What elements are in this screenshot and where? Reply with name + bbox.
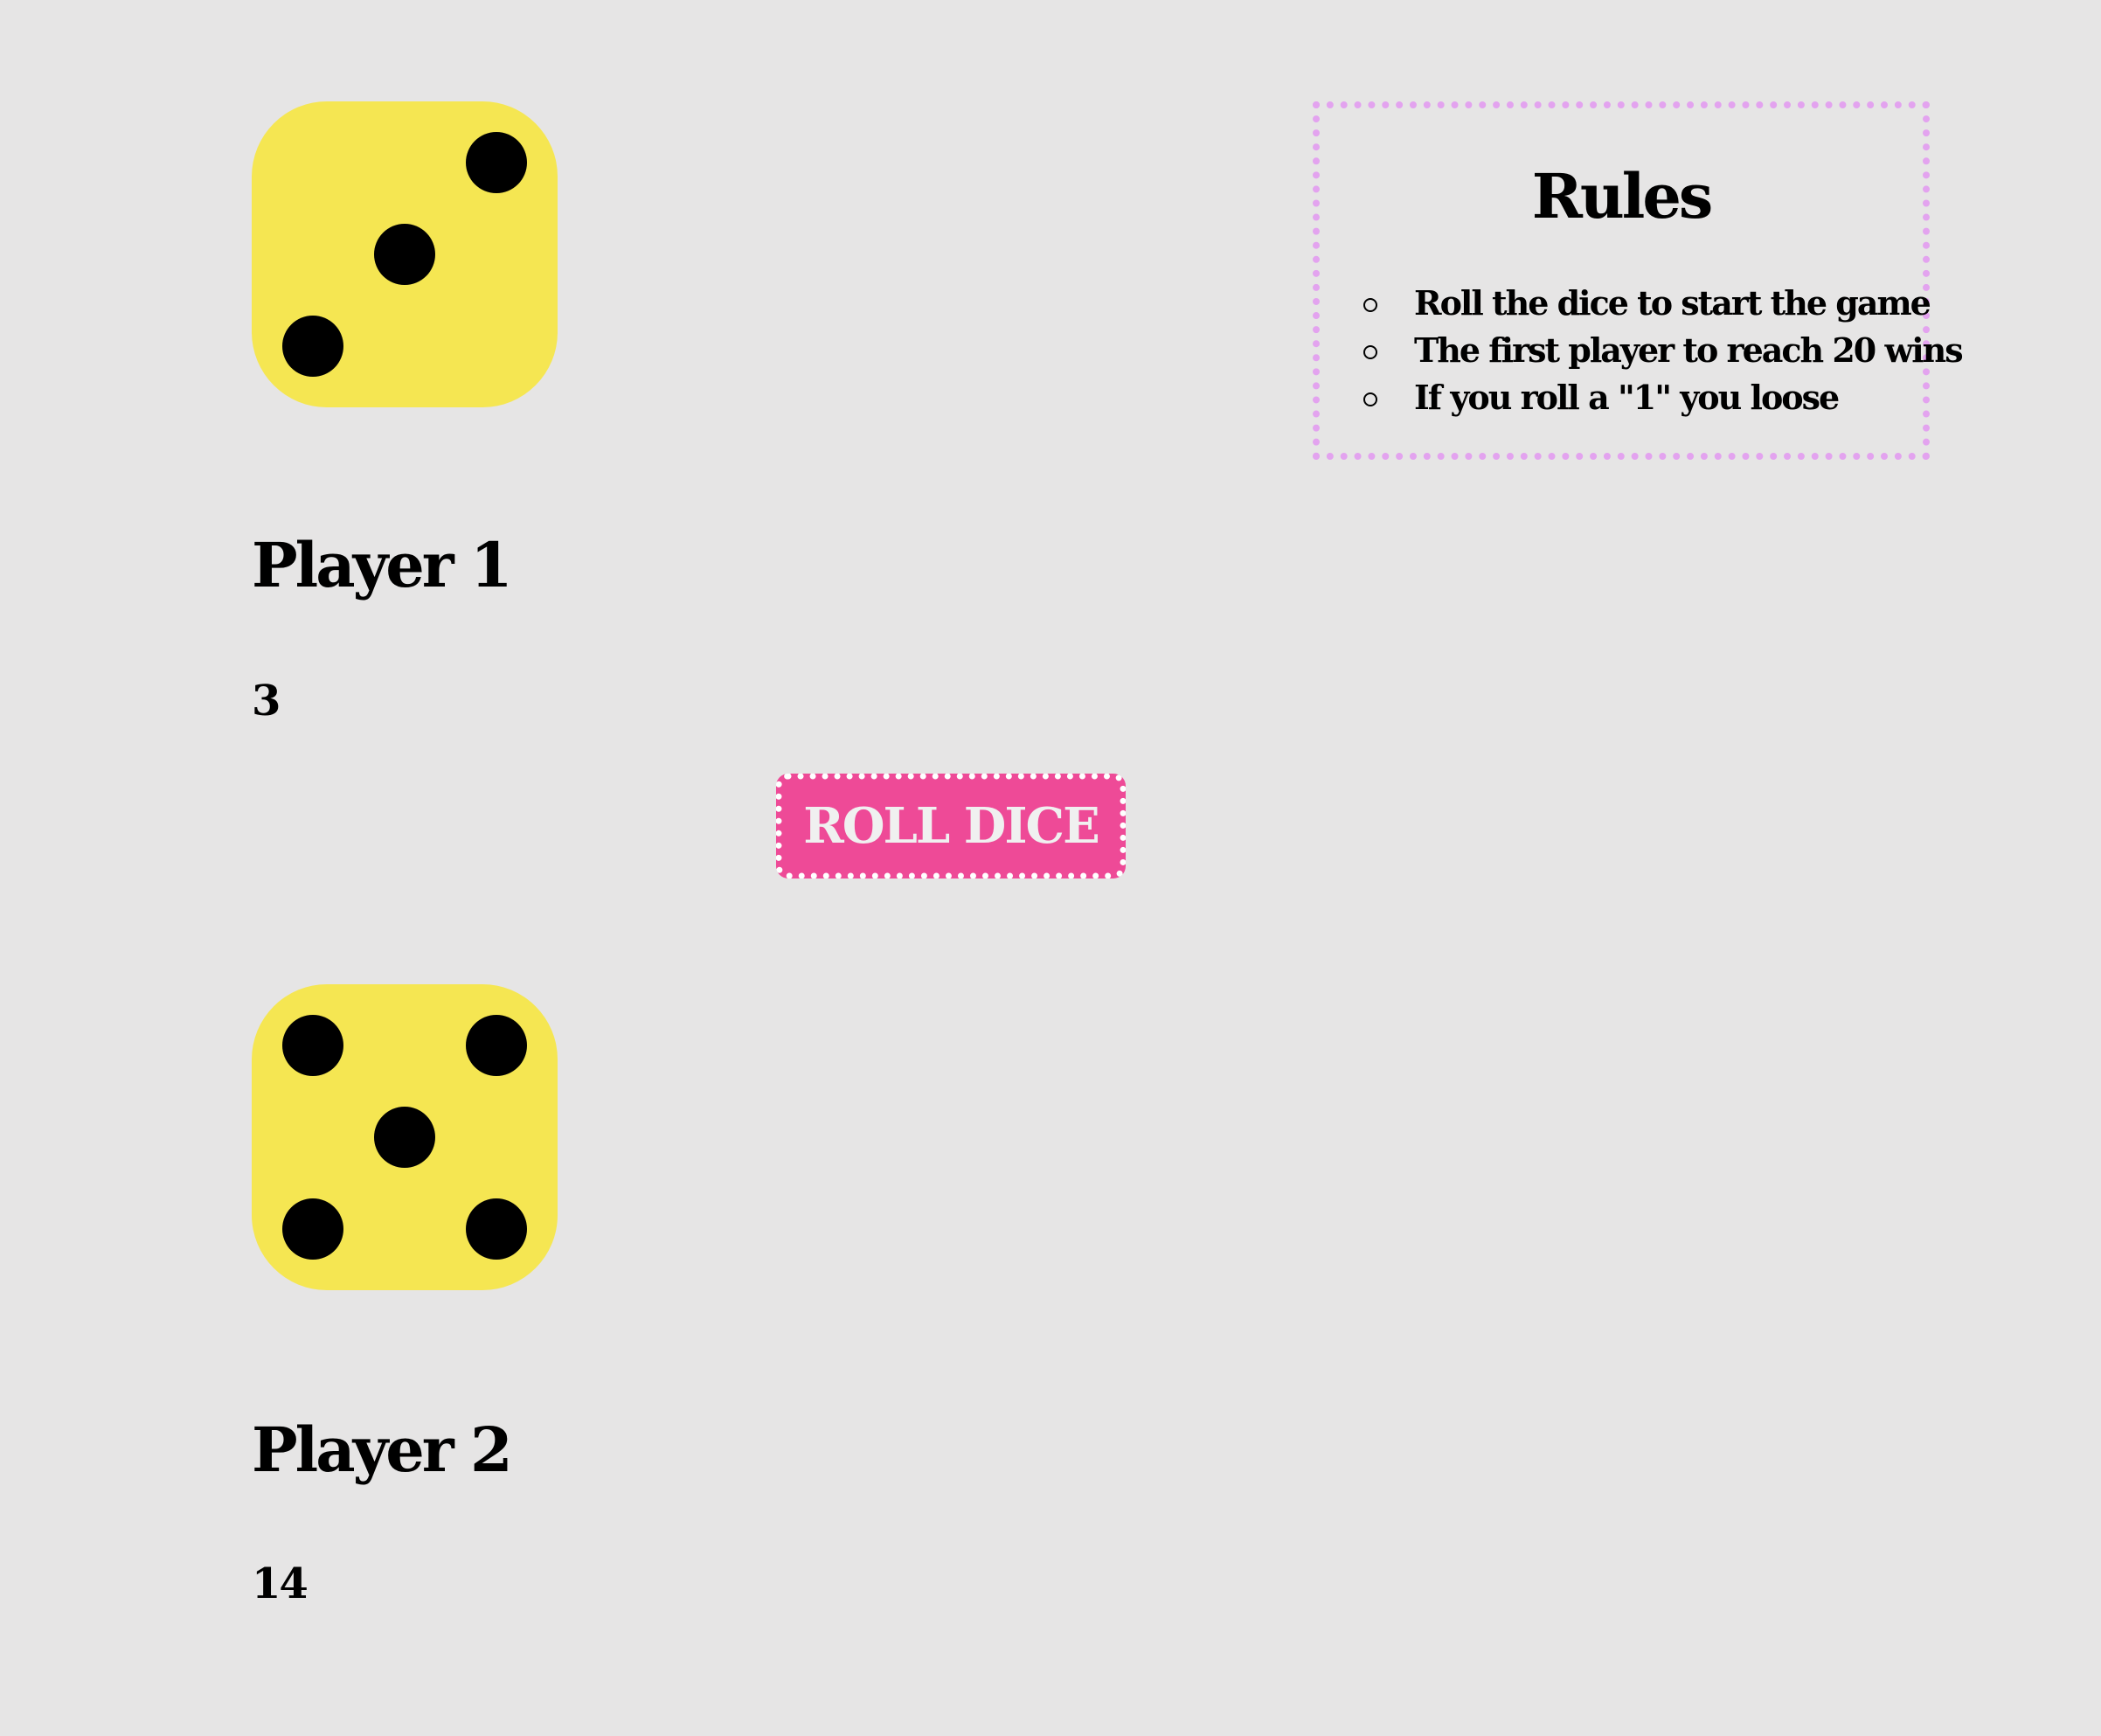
die-pip bbox=[466, 132, 527, 193]
player-1-name: Player 1 bbox=[252, 529, 513, 601]
die-pip bbox=[282, 316, 343, 377]
rule-text: Roll the dice to start the game bbox=[1414, 283, 1931, 323]
die-pip bbox=[282, 1198, 343, 1260]
rule-text: The first player to reach 20 wins bbox=[1414, 330, 1964, 370]
player-2-score: 14 bbox=[252, 1559, 309, 1608]
player-1-score: 3 bbox=[252, 677, 281, 726]
rule-item: Roll the dice to start the game bbox=[1363, 280, 1962, 327]
circle-bullet-icon bbox=[1363, 298, 1377, 312]
player-1-die bbox=[252, 101, 558, 407]
rule-text: If you roll a "1" you loose bbox=[1414, 378, 1840, 417]
player-2-name: Player 2 bbox=[252, 1413, 513, 1486]
rule-item: The first player to reach 20 wins bbox=[1363, 327, 1964, 374]
die-pip bbox=[374, 224, 435, 285]
die-pip bbox=[466, 1198, 527, 1260]
die-pip bbox=[282, 1015, 343, 1076]
circle-bullet-icon bbox=[1363, 345, 1377, 359]
player-2-die bbox=[252, 984, 558, 1290]
circle-bullet-icon bbox=[1363, 392, 1377, 406]
die-pip bbox=[374, 1107, 435, 1168]
roll-dice-button[interactable]: ROLL DICE bbox=[776, 774, 1126, 878]
die-pip bbox=[466, 1015, 527, 1076]
rule-item: If you roll a "1" you loose bbox=[1363, 374, 1962, 421]
rules-panel: Rules Roll the dice to start the game Th… bbox=[1313, 101, 1964, 460]
rules-title: Rules bbox=[1531, 160, 1714, 233]
rules-list: Roll the dice to start the game The firs… bbox=[1363, 280, 1964, 421]
